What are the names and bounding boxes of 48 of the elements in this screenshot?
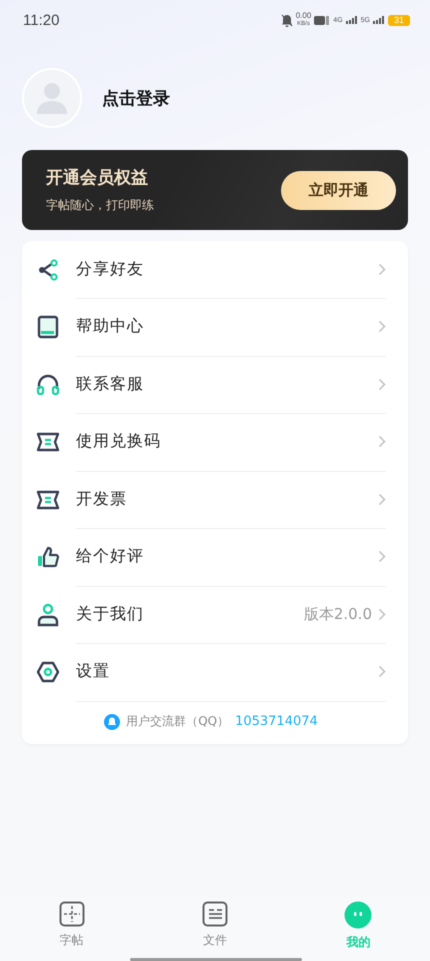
status-time: 11:20 bbox=[23, 12, 60, 28]
banner-title: 开通会员权益 bbox=[46, 167, 149, 189]
chevron-right-icon bbox=[378, 550, 386, 564]
menu-label: 联系客服 bbox=[76, 374, 145, 395]
menu-item[interactable]: 开发票 bbox=[36, 471, 386, 528]
grid-icon bbox=[58, 901, 85, 927]
headset-icon bbox=[36, 372, 60, 397]
activate-button[interactable]: 立即开通 bbox=[281, 170, 396, 210]
menu-item[interactable]: 帮助中心 bbox=[36, 298, 386, 356]
face-icon bbox=[344, 901, 372, 929]
group-label: 用户交流群（QQ） bbox=[126, 713, 230, 730]
settings-icon bbox=[36, 661, 60, 684]
net-speed: 0.00 bbox=[296, 12, 312, 20]
chevron-right-icon bbox=[378, 665, 386, 678]
book-icon bbox=[36, 315, 60, 340]
menu-item[interactable]: 使用兑换码 bbox=[36, 414, 386, 471]
version-text: 版本2.0.0 bbox=[304, 604, 372, 624]
menu-label: 关于我们 bbox=[76, 604, 145, 625]
menu-label: 给个好评 bbox=[76, 546, 145, 568]
menu-label: 设置 bbox=[76, 661, 111, 682]
menu-item[interactable]: 联系客服 bbox=[36, 356, 386, 414]
chevron-right-icon bbox=[378, 262, 386, 276]
menu-item[interactable]: 设置 bbox=[36, 644, 386, 701]
menu-label: 帮助中心 bbox=[76, 316, 145, 338]
chevron-right-icon bbox=[378, 378, 386, 391]
menu-label: 使用兑换码 bbox=[76, 431, 162, 452]
banner-subtitle: 字帖随心，打印即练 bbox=[46, 197, 154, 214]
battery-indicator: 31 bbox=[388, 14, 410, 26]
ticket-icon bbox=[36, 431, 60, 454]
login-link[interactable]: 点击登录 bbox=[102, 86, 170, 110]
chevron-right-icon bbox=[378, 435, 386, 448]
ticket-icon bbox=[36, 488, 60, 511]
signal-icon bbox=[346, 16, 358, 24]
menu-label: 分享好友 bbox=[76, 258, 145, 280]
person-icon bbox=[36, 602, 60, 627]
thumbs-up-icon bbox=[36, 545, 60, 570]
menu-item[interactable]: 关于我们 版本2.0.0 bbox=[36, 586, 386, 644]
chevron-right-icon bbox=[378, 608, 386, 621]
document-icon bbox=[202, 901, 228, 927]
signal-icon bbox=[372, 16, 385, 24]
chevron-right-icon bbox=[378, 320, 386, 334]
qq-icon bbox=[104, 714, 120, 730]
share-icon bbox=[36, 258, 60, 282]
menu-item[interactable]: 给个好评 bbox=[36, 528, 386, 586]
chevron-right-icon bbox=[378, 492, 386, 506]
menu-item[interactable]: 分享好友 bbox=[36, 241, 386, 298]
bell-muted-icon bbox=[280, 14, 293, 26]
menu-label: 开发票 bbox=[76, 488, 128, 510]
